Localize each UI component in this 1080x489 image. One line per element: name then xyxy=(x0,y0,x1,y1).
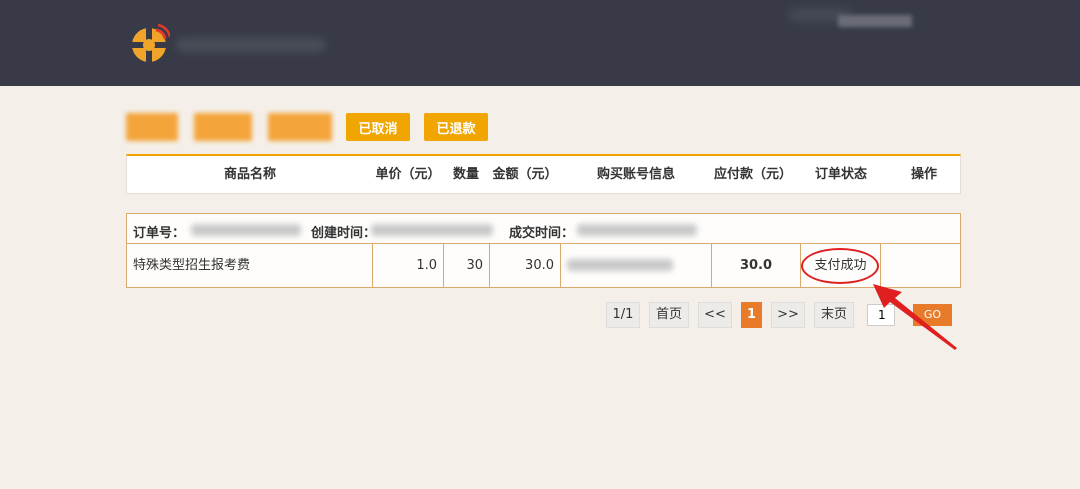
header-actions: 操作 xyxy=(910,167,937,182)
header-quantity: 数量 xyxy=(452,167,479,182)
header-product-name: 商品名称 xyxy=(223,167,276,182)
tab-refunded[interactable]: 已退款 xyxy=(424,113,488,141)
quantity: 30 xyxy=(444,244,490,287)
tab-cancelled[interactable]: 已取消 xyxy=(346,113,410,141)
header-unit-price: 单价（元） xyxy=(375,167,441,182)
logo-icon[interactable] xyxy=(130,24,170,64)
user-info-blurred[interactable] xyxy=(838,15,912,27)
next-page-button[interactable]: >> xyxy=(771,302,805,328)
deal-time-label: 成交时间： xyxy=(509,226,575,241)
first-page-button[interactable]: 首页 xyxy=(649,302,689,328)
header-account-info: 购买账号信息 xyxy=(596,167,675,182)
payable-amount: 30.0 xyxy=(712,244,801,287)
site-name-blurred xyxy=(176,38,326,52)
unit-price: 1.0 xyxy=(373,244,444,287)
tab-blurred-2[interactable] xyxy=(194,113,252,141)
created-time-label: 创建时间： xyxy=(311,226,377,241)
page-number-input[interactable] xyxy=(867,304,895,326)
header-payable: 应付款（元） xyxy=(713,167,792,182)
header-amount: 金额（元） xyxy=(492,167,558,182)
tab-blurred-3[interactable] xyxy=(268,113,332,141)
go-button[interactable]: GO xyxy=(913,304,952,326)
actions-cell xyxy=(881,244,960,287)
account-info-cell xyxy=(561,244,712,287)
order-info-row: 订单号： 创建时间： 成交时间： xyxy=(127,214,960,244)
order-number-blurred xyxy=(191,224,301,236)
amount: 30.0 xyxy=(490,244,561,287)
account-info-blurred xyxy=(567,259,673,271)
product-name: 特殊类型招生报考费 xyxy=(127,244,373,287)
page-info: 1/1 xyxy=(606,302,640,328)
deal-time-blurred xyxy=(577,224,697,236)
status-highlight-circle xyxy=(801,248,879,284)
top-navigation-bar xyxy=(0,0,1080,86)
last-page-button[interactable]: 末页 xyxy=(814,302,854,328)
current-page-button[interactable]: 1 xyxy=(741,302,762,328)
prev-page-button[interactable]: << xyxy=(698,302,732,328)
order-number-label: 订单号： xyxy=(133,226,186,241)
header-order-status: 订单状态 xyxy=(814,167,867,182)
tab-blurred-1[interactable] xyxy=(126,113,178,141)
created-time-blurred xyxy=(371,224,493,236)
table-header: 商品名称 单价（元） 数量 金额（元） 购买账号信息 应付款（元） 订单状态 操… xyxy=(126,154,961,194)
